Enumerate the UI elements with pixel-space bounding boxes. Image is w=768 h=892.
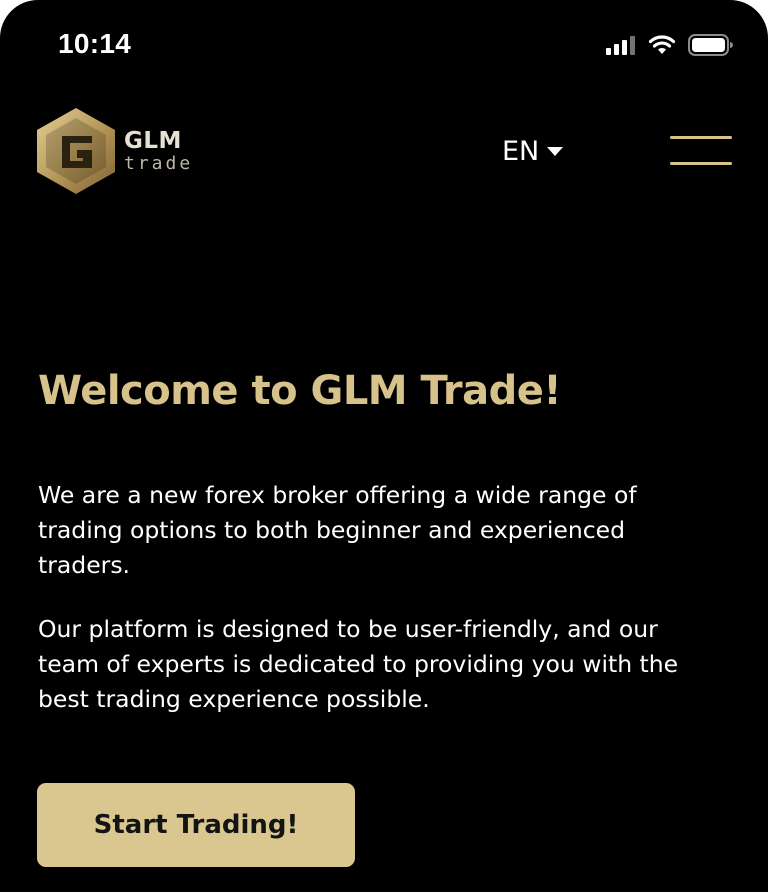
- battery-icon: [688, 34, 733, 56]
- app-screen: 10:14 GLM trade EN Welcome to GLM Trade!…: [0, 0, 768, 892]
- hero-title: Welcome to GLM Trade!: [38, 368, 562, 414]
- hamburger-menu-icon: [670, 162, 732, 165]
- wifi-icon: [648, 35, 676, 54]
- status-time: 10:14: [58, 28, 132, 59]
- logo-wordmark: GLM trade: [124, 127, 194, 174]
- hamburger-menu-icon: [670, 136, 732, 139]
- language-label: EN: [502, 136, 540, 167]
- hero-paragraph: We are a new forex broker offering a wid…: [38, 481, 637, 579]
- status-bar: 10:14: [0, 0, 768, 92]
- hero-paragraph: Our platform is designed to be user-frie…: [38, 615, 679, 713]
- language-selector[interactable]: EN: [502, 136, 564, 167]
- hamburger-menu-button[interactable]: [670, 136, 732, 166]
- logo-brand-text: GLM: [124, 127, 182, 154]
- logo-sub-text: trade: [124, 152, 194, 174]
- start-trading-button[interactable]: Start Trading!: [37, 783, 355, 867]
- glm-hexagon-logo-icon: [37, 108, 115, 194]
- status-icons: [606, 34, 734, 56]
- chevron-down-icon: [547, 147, 564, 156]
- site-header: GLM trade EN: [0, 100, 768, 200]
- cellular-signal-icon: [606, 36, 635, 55]
- logo[interactable]: GLM trade: [34, 106, 193, 196]
